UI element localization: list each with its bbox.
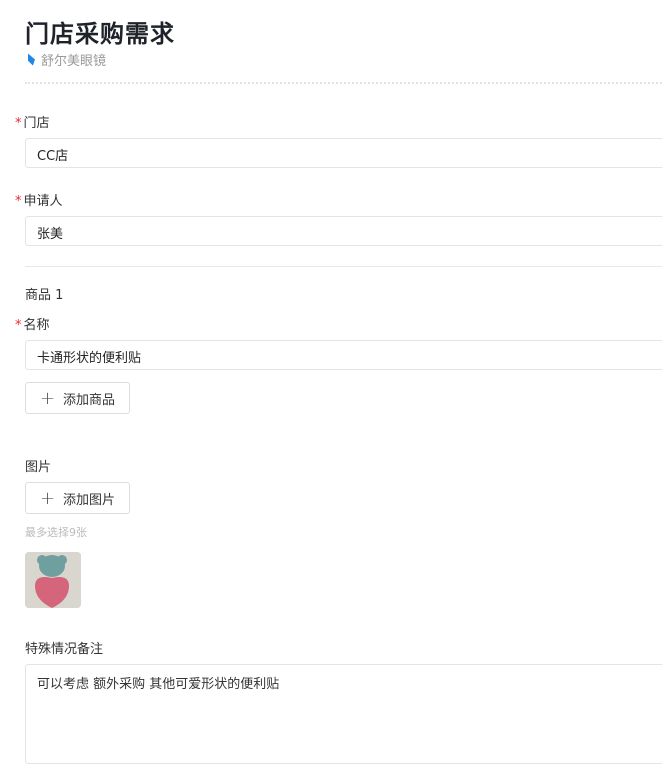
- page-title: 门店采购需求: [25, 20, 175, 48]
- applicant-label: * 申请人: [15, 190, 63, 209]
- image-label: 图片: [25, 460, 52, 475]
- product-name-label-text: 名称: [23, 318, 50, 333]
- add-image-button[interactable]: + 添加图片: [25, 482, 130, 514]
- remark-label: 特殊情况备注: [25, 642, 104, 657]
- product-name-input[interactable]: 卡通形状的便利贴: [25, 340, 662, 370]
- applicant-label-text: 申请人: [23, 194, 63, 209]
- applicant-input[interactable]: 张美: [25, 216, 662, 246]
- required-mark: *: [15, 318, 22, 333]
- image-hint: 最多选择9张: [25, 526, 87, 539]
- product-section-title: 商品 1: [25, 288, 64, 303]
- required-mark: *: [15, 194, 22, 209]
- add-product-button[interactable]: + 添加商品: [25, 382, 130, 414]
- product-name-label: * 名称: [15, 314, 50, 333]
- plus-icon: +: [39, 387, 56, 409]
- store-label: * 门店: [15, 112, 50, 131]
- tag-icon: [28, 53, 35, 66]
- add-image-label: 添加图片: [63, 492, 116, 508]
- store-input[interactable]: CC店: [25, 138, 662, 168]
- company: 舒尔美眼镜: [28, 50, 106, 69]
- add-product-label: 添加商品: [63, 392, 116, 408]
- sticky-note-image: [25, 552, 81, 608]
- required-mark: *: [15, 116, 22, 131]
- store-label-text: 门店: [23, 116, 50, 131]
- divider: [25, 266, 662, 267]
- divider: [25, 82, 662, 84]
- remark-textarea[interactable]: 可以考虑 额外采购 其他可爱形状的便利贴: [25, 664, 662, 764]
- plus-icon: +: [39, 487, 56, 509]
- company-name: 舒尔美眼镜: [41, 54, 107, 69]
- image-thumbnail[interactable]: [25, 552, 81, 608]
